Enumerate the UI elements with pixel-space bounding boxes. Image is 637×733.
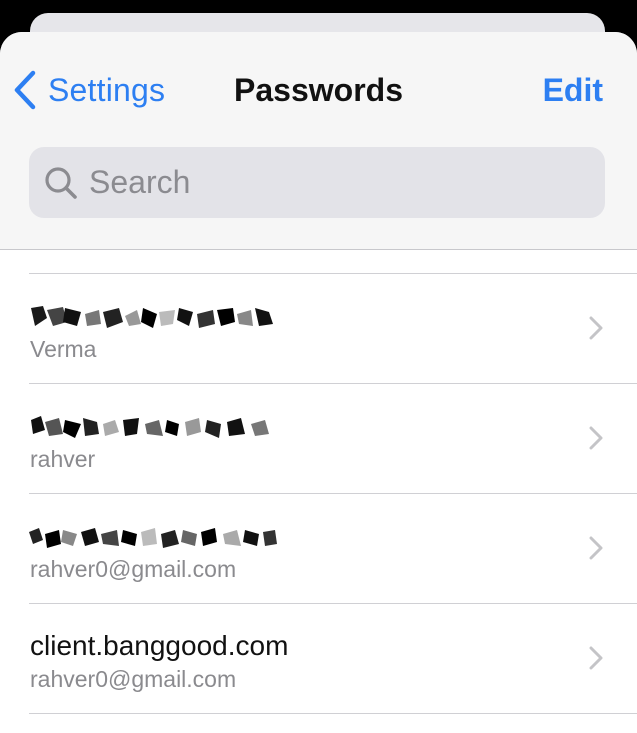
password-row[interactable]: client.banggood.com rahver0@gmail.com [29, 604, 637, 714]
search-icon [43, 165, 79, 201]
password-row[interactable]: Verma [29, 274, 637, 384]
redacted-title-scribble [29, 528, 277, 548]
password-list: Verma rahver rahver0@gmail.com client.ba… [0, 273, 637, 714]
password-row[interactable]: rahver [29, 384, 637, 494]
search-bar[interactable] [29, 147, 605, 218]
search-input[interactable] [89, 164, 569, 201]
navigation-header: Settings Passwords Edit [0, 32, 637, 250]
row-subtitle: rahver [30, 446, 96, 472]
redacted-title-scribble [31, 306, 273, 328]
back-button[interactable]: Settings [12, 62, 165, 118]
chevron-right-icon [589, 536, 603, 565]
redacted-title-scribble [31, 416, 269, 438]
row-subtitle: rahver0@gmail.com [30, 556, 237, 582]
row-subtitle: Verma [30, 336, 97, 362]
chevron-right-icon [589, 316, 603, 345]
chevron-right-icon [589, 426, 603, 455]
chevron-left-icon [12, 69, 38, 111]
passwords-sheet: Settings Passwords Edit Search Verma rah… [0, 32, 637, 733]
edit-button[interactable]: Edit [543, 62, 603, 118]
row-subtitle: rahver0@gmail.com [30, 666, 237, 692]
password-row[interactable]: rahver0@gmail.com [29, 494, 637, 604]
chevron-right-icon [589, 646, 603, 675]
back-button-label: Settings [48, 71, 166, 108]
row-title: client.banggood.com [30, 630, 289, 661]
